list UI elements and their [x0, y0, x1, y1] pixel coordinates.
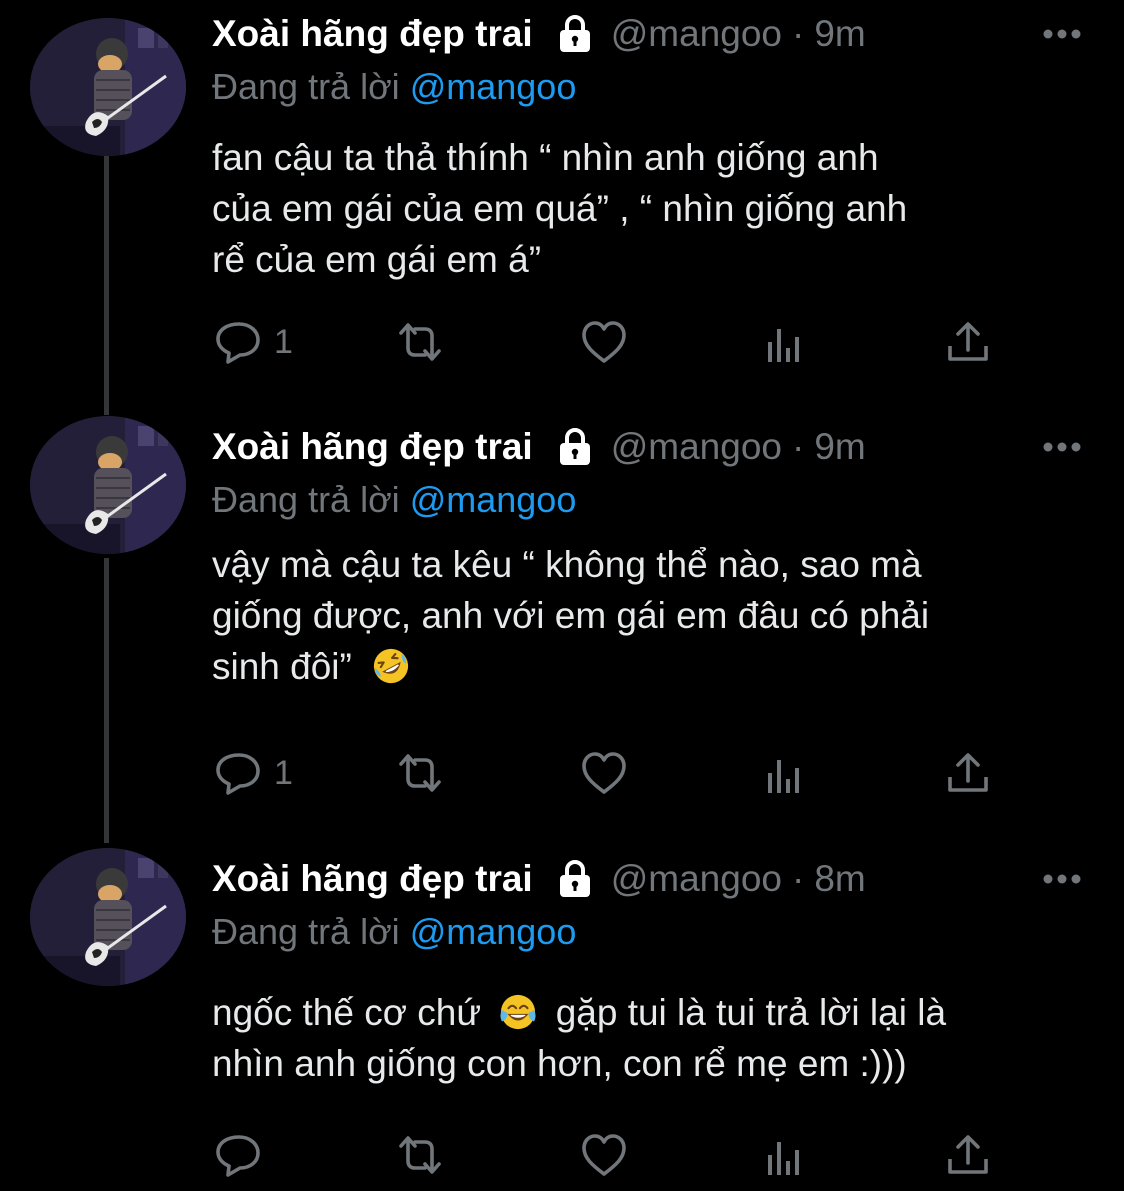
text-segment: ngốc thế cơ chứ: [212, 992, 482, 1033]
more-options-icon[interactable]: [1042, 441, 1082, 453]
text-line: giống được, anh với em gái em đâu có phả…: [212, 595, 930, 636]
views-icon: [762, 751, 810, 799]
text-line: vậy mà cậu ta kêu “ không thể nào, sao m…: [212, 544, 922, 585]
author-handle[interactable]: @mangoo: [611, 13, 782, 55]
reply-prefix: Đang trả lời: [212, 66, 400, 107]
share-button[interactable]: [944, 318, 992, 366]
avatar[interactable]: [30, 848, 186, 986]
tweet[interactable]: Xoài hãng đẹp trai @mangoo · 8m Đang trả…: [0, 848, 1124, 1191]
reply-prefix: Đang trả lời: [212, 479, 400, 520]
retweet-icon: [396, 318, 444, 366]
timestamp[interactable]: 9m: [814, 13, 865, 55]
reply-mention-link[interactable]: @mangoo: [410, 911, 577, 952]
author-handle[interactable]: @mangoo: [611, 426, 782, 468]
text-line: nhìn anh giống con hơn, con rể mẹ em :))…: [212, 1043, 907, 1084]
views-button[interactable]: [762, 751, 810, 799]
rolling-on-floor-laughing-emoji: [372, 647, 410, 685]
reply-button[interactable]: 1: [214, 318, 293, 366]
share-button[interactable]: [944, 1131, 992, 1179]
retweet-button[interactable]: [396, 1131, 444, 1179]
views-button[interactable]: [762, 1133, 810, 1181]
retweet-icon: [396, 1131, 444, 1179]
more-options-icon[interactable]: [1042, 28, 1082, 40]
reply-count: 1: [274, 753, 293, 792]
tweet-header: Xoài hãng đẹp trai @mangoo · 8m: [212, 855, 866, 903]
text-line: sinh đôi”: [212, 641, 1092, 692]
like-button[interactable]: [580, 318, 628, 366]
tweet[interactable]: Xoài hãng đẹp trai @mangoo · 9m Đang trả…: [0, 416, 1124, 813]
avatar[interactable]: [30, 416, 186, 554]
like-button[interactable]: [580, 749, 628, 797]
share-icon: [944, 318, 992, 366]
text-segment: sinh đôi”: [212, 646, 352, 687]
reply-mention-link[interactable]: @mangoo: [410, 479, 577, 520]
tweet-text: fan cậu ta thả thính “ nhìn anh giống an…: [212, 132, 1092, 285]
tweet-header: Xoài hãng đẹp trai @mangoo · 9m: [212, 10, 866, 58]
reply-icon: [214, 749, 262, 797]
share-icon: [944, 749, 992, 797]
text-segment: gặp tui là tui trả lời lại là: [555, 992, 947, 1033]
tweet-header: Xoài hãng đẹp trai @mangoo · 9m: [212, 423, 866, 471]
author-handle[interactable]: @mangoo: [611, 858, 782, 900]
replying-to: Đang trả lời @mangoo: [212, 479, 576, 521]
author-name[interactable]: Xoài hãng đẹp trai: [212, 426, 533, 468]
tweet-text: ngốc thế cơ chứ gặp tui là tui trả lời l…: [212, 987, 1092, 1089]
text-line: của em gái của em quá” , “ nhìn giống an…: [212, 188, 908, 229]
tweet[interactable]: Xoài hãng đẹp trai @mangoo · 9m Đang trả…: [0, 10, 1124, 390]
tears-of-joy-emoji: [499, 993, 537, 1031]
text-line: fan cậu ta thả thính “ nhìn anh giống an…: [212, 137, 879, 178]
author-name[interactable]: Xoài hãng đẹp trai: [212, 858, 533, 900]
like-button[interactable]: [580, 1131, 628, 1179]
replying-to: Đang trả lời @mangoo: [212, 66, 576, 108]
avatar[interactable]: [30, 18, 186, 156]
views-icon: [762, 1133, 810, 1181]
like-icon: [580, 749, 628, 797]
lock-icon: [555, 14, 595, 54]
separator: ·: [792, 13, 805, 54]
share-icon: [944, 1131, 992, 1179]
tweet-text: vậy mà cậu ta kêu “ không thể nào, sao m…: [212, 539, 1092, 692]
timestamp[interactable]: 8m: [814, 858, 865, 900]
reply-count: 1: [274, 322, 293, 361]
retweet-button[interactable]: [396, 318, 444, 366]
separator: ·: [792, 858, 805, 899]
reply-prefix: Đang trả lời: [212, 911, 400, 952]
views-button[interactable]: [762, 320, 810, 368]
text-line: rể của em gái em á”: [212, 239, 542, 280]
retweet-button[interactable]: [396, 749, 444, 797]
lock-icon: [555, 427, 595, 467]
timestamp[interactable]: 9m: [814, 426, 865, 468]
like-icon: [580, 1131, 628, 1179]
share-button[interactable]: [944, 749, 992, 797]
views-icon: [762, 320, 810, 368]
author-name[interactable]: Xoài hãng đẹp trai: [212, 13, 533, 55]
replying-to: Đang trả lời @mangoo: [212, 911, 576, 953]
reply-button[interactable]: 1: [214, 749, 293, 797]
reply-mention-link[interactable]: @mangoo: [410, 66, 577, 107]
reply-icon: [214, 1131, 262, 1179]
text-line: ngốc thế cơ chứ gặp tui là tui trả lời l…: [212, 987, 1092, 1038]
reply-button[interactable]: [214, 1131, 262, 1179]
reply-icon: [214, 318, 262, 366]
retweet-icon: [396, 749, 444, 797]
separator: ·: [792, 426, 805, 467]
like-icon: [580, 318, 628, 366]
more-options-icon[interactable]: [1042, 873, 1082, 885]
lock-icon: [555, 859, 595, 899]
